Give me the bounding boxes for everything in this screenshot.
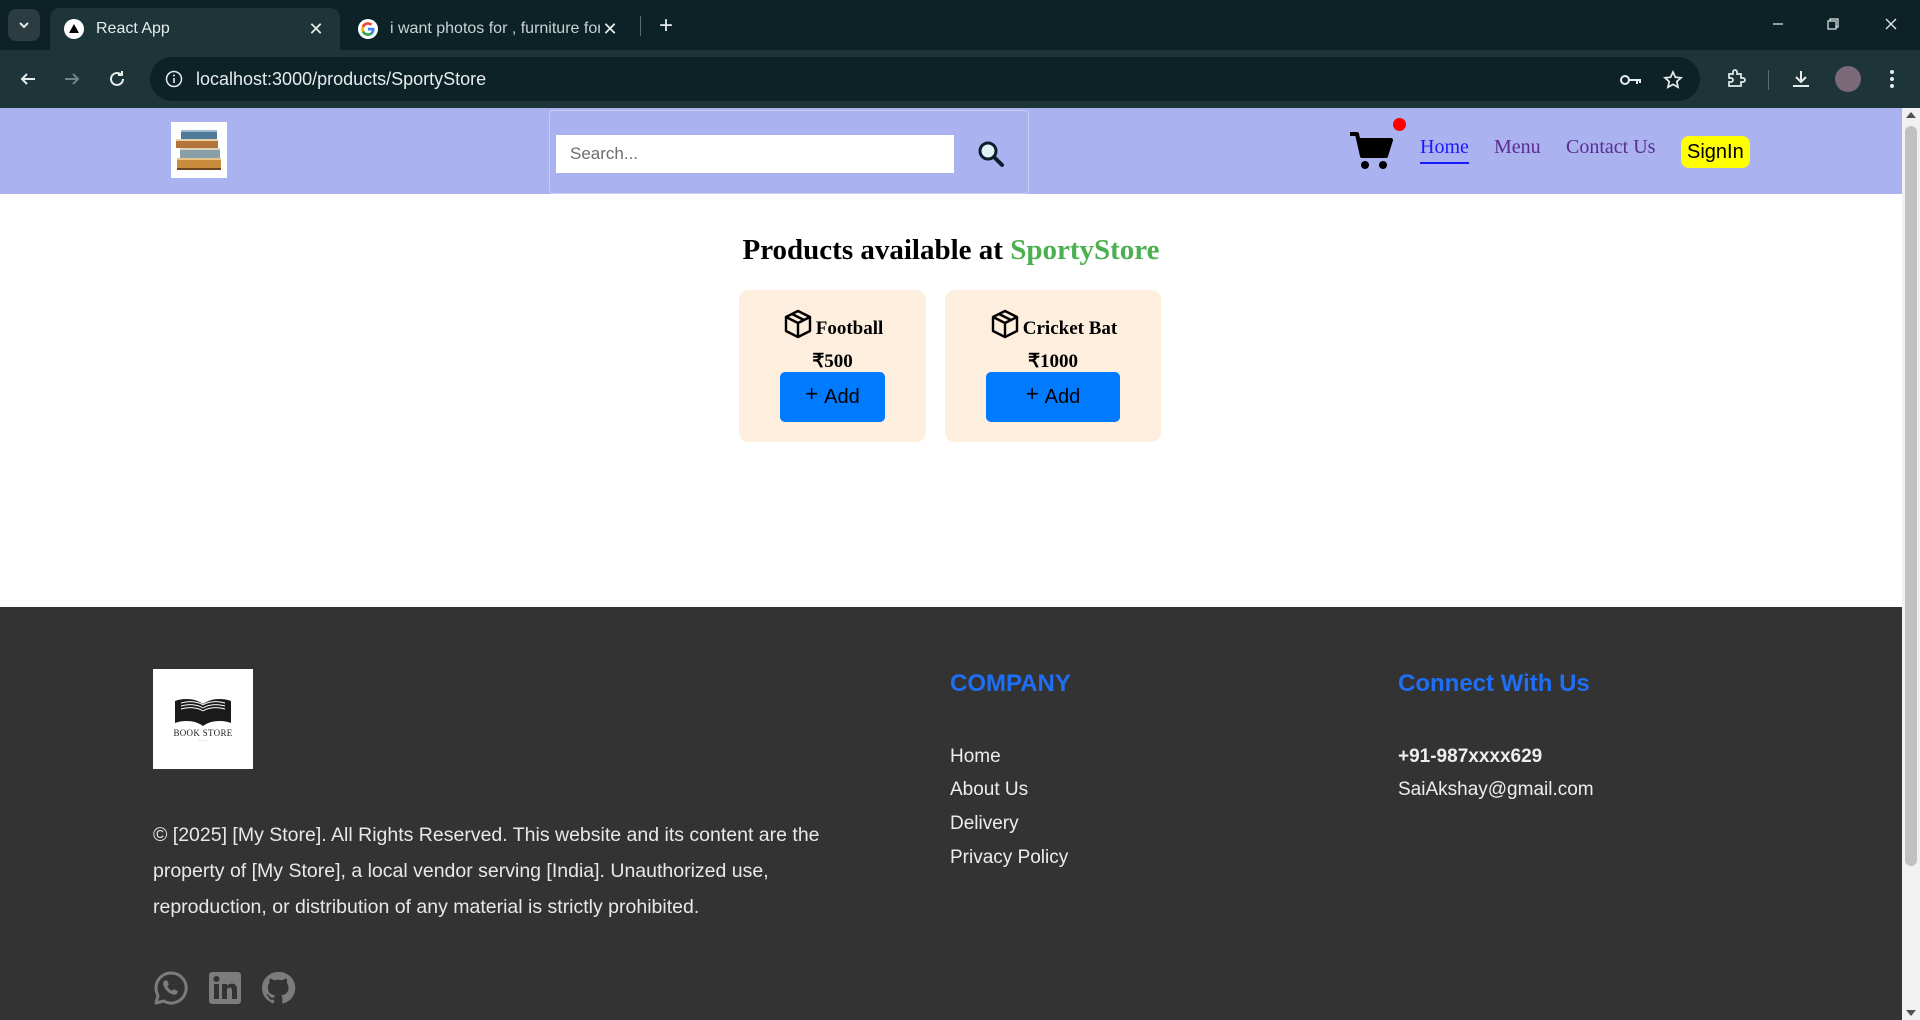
box-icon	[991, 309, 1018, 339]
product-name: Football	[815, 318, 884, 339]
linkedin-link[interactable]	[206, 969, 244, 1007]
copyright-text: © [2025] [My Store]. All Rights Reserved…	[153, 824, 820, 918]
store-logo[interactable]	[171, 122, 227, 178]
browser-tab-react-app[interactable]: React App ✕	[50, 8, 340, 50]
search-button[interactable]	[974, 137, 1008, 171]
scrollbar-thumb[interactable]	[1905, 126, 1917, 866]
footer-logo-subtext: ········	[197, 737, 209, 743]
browser-menu-button[interactable]	[1876, 63, 1908, 95]
product-price: ₹1000	[1027, 351, 1079, 372]
open-book-icon	[175, 698, 231, 726]
shopping-cart-icon	[1350, 132, 1393, 169]
page-scrollbar[interactable]	[1902, 108, 1920, 1020]
books-stack-icon	[176, 130, 221, 170]
nav-contact-link[interactable]: Contact Us	[1566, 136, 1655, 159]
react-favicon-icon	[64, 19, 84, 39]
footer-link-about[interactable]: About Us	[950, 779, 1028, 801]
browser-toolbar: localhost:3000/products/SportyStore	[0, 50, 1920, 108]
product-title: Football	[739, 308, 926, 340]
search-icon	[978, 141, 1004, 167]
scroll-up-icon[interactable]	[1906, 112, 1916, 118]
search-bar	[549, 110, 1029, 194]
forward-button[interactable]	[56, 63, 88, 95]
arrow-left-icon	[20, 73, 35, 85]
back-button[interactable]	[12, 63, 44, 95]
site-header: Home Menu Contact Us SignIn	[0, 108, 1902, 194]
connect-heading: Connect With Us	[1398, 670, 1590, 697]
store-name: SportyStore	[1010, 234, 1160, 266]
whatsapp-icon	[154, 971, 188, 1005]
tab-search-button[interactable]	[8, 9, 40, 41]
product-price: ₹500	[812, 351, 853, 372]
star-icon[interactable]	[1660, 67, 1686, 93]
box-icon	[784, 309, 811, 339]
footer-link-privacy[interactable]: Privacy Policy	[950, 847, 1068, 869]
close-tab-icon[interactable]: ✕	[600, 19, 620, 40]
tab-title: i want photos for , furniture for	[390, 20, 600, 37]
tab-title: React App	[96, 20, 170, 37]
download-icon	[1793, 71, 1809, 87]
github-icon	[261, 971, 296, 1004]
plus-icon: +	[805, 381, 819, 406]
new-tab-button[interactable]: +	[652, 12, 680, 40]
plus-icon: +	[1025, 381, 1039, 406]
toolbar-divider	[1768, 70, 1769, 90]
product-title: Cricket Bat	[945, 308, 1161, 340]
linkedin-icon	[209, 972, 241, 1004]
close-icon	[1885, 18, 1897, 30]
site-info-icon[interactable]	[162, 67, 186, 91]
url-text: localhost:3000/products/SportyStore	[196, 69, 487, 89]
search-input[interactable]	[556, 135, 954, 173]
scroll-down-icon[interactable]	[1906, 1010, 1916, 1016]
add-label: Add	[1044, 385, 1081, 408]
puzzle-icon	[1728, 69, 1746, 87]
footer-link-delivery[interactable]: Delivery	[950, 813, 1019, 835]
key-icon[interactable]	[1618, 67, 1644, 93]
product-name: Cricket Bat	[1022, 318, 1118, 339]
add-label: Add	[824, 385, 860, 408]
signin-button[interactable]: SignIn	[1681, 136, 1750, 168]
chevron-down-icon	[19, 22, 29, 29]
whatsapp-link[interactable]	[152, 969, 190, 1007]
extensions-button[interactable]	[1720, 63, 1752, 95]
page-title-prefix: Products available at	[742, 234, 1003, 266]
footer-logo-text: BOOK STORE	[173, 727, 233, 738]
browser-tab-google[interactable]: i want photos for , furniture for ✕	[344, 8, 634, 50]
close-tab-icon[interactable]: ✕	[306, 19, 326, 40]
reload-button[interactable]	[101, 63, 133, 95]
minimize-icon	[1773, 23, 1783, 25]
more-vertical-icon	[1890, 70, 1894, 88]
contact-email[interactable]: SaiAkshay@gmail.com	[1398, 779, 1594, 801]
footer-link-home[interactable]: Home	[950, 746, 1001, 768]
product-card: Football ₹500 + Add	[739, 290, 926, 442]
contact-phone: +91-987xxxx629	[1398, 746, 1543, 767]
browser-tab-bar: React App ✕ i want photos for , furnitur…	[0, 0, 1920, 50]
add-to-cart-button[interactable]: + Add	[986, 372, 1120, 422]
address-bar[interactable]: localhost:3000/products/SportyStore	[150, 57, 1700, 101]
nav-home-link[interactable]: Home	[1420, 136, 1469, 164]
profile-avatar[interactable]	[1835, 66, 1861, 92]
minimize-button[interactable]	[1758, 8, 1798, 40]
github-link[interactable]	[259, 969, 297, 1007]
page-title: Products available at SportyStore	[0, 234, 1902, 267]
restore-icon	[1827, 18, 1839, 30]
product-card: Cricket Bat ₹1000 + Add	[945, 290, 1161, 442]
footer-logo[interactable]: BOOK STORE ········	[153, 669, 253, 769]
add-to-cart-button[interactable]: + Add	[780, 372, 885, 422]
cart-badge	[1393, 118, 1406, 131]
restore-button[interactable]	[1813, 8, 1853, 40]
close-window-button[interactable]	[1871, 8, 1911, 40]
google-favicon-icon	[358, 19, 378, 39]
tab-divider	[640, 16, 641, 36]
cart-button[interactable]	[1348, 128, 1394, 174]
arrow-right-icon	[65, 73, 80, 85]
page-viewport: Home Menu Contact Us SignIn Products ava…	[0, 108, 1902, 1020]
downloads-button[interactable]	[1785, 63, 1817, 95]
reload-icon	[110, 71, 124, 86]
nav-menu-link[interactable]: Menu	[1494, 136, 1541, 159]
site-footer: BOOK STORE ········ © [2025] [My Store].…	[0, 607, 1902, 1020]
company-heading: COMPANY	[950, 670, 1071, 697]
